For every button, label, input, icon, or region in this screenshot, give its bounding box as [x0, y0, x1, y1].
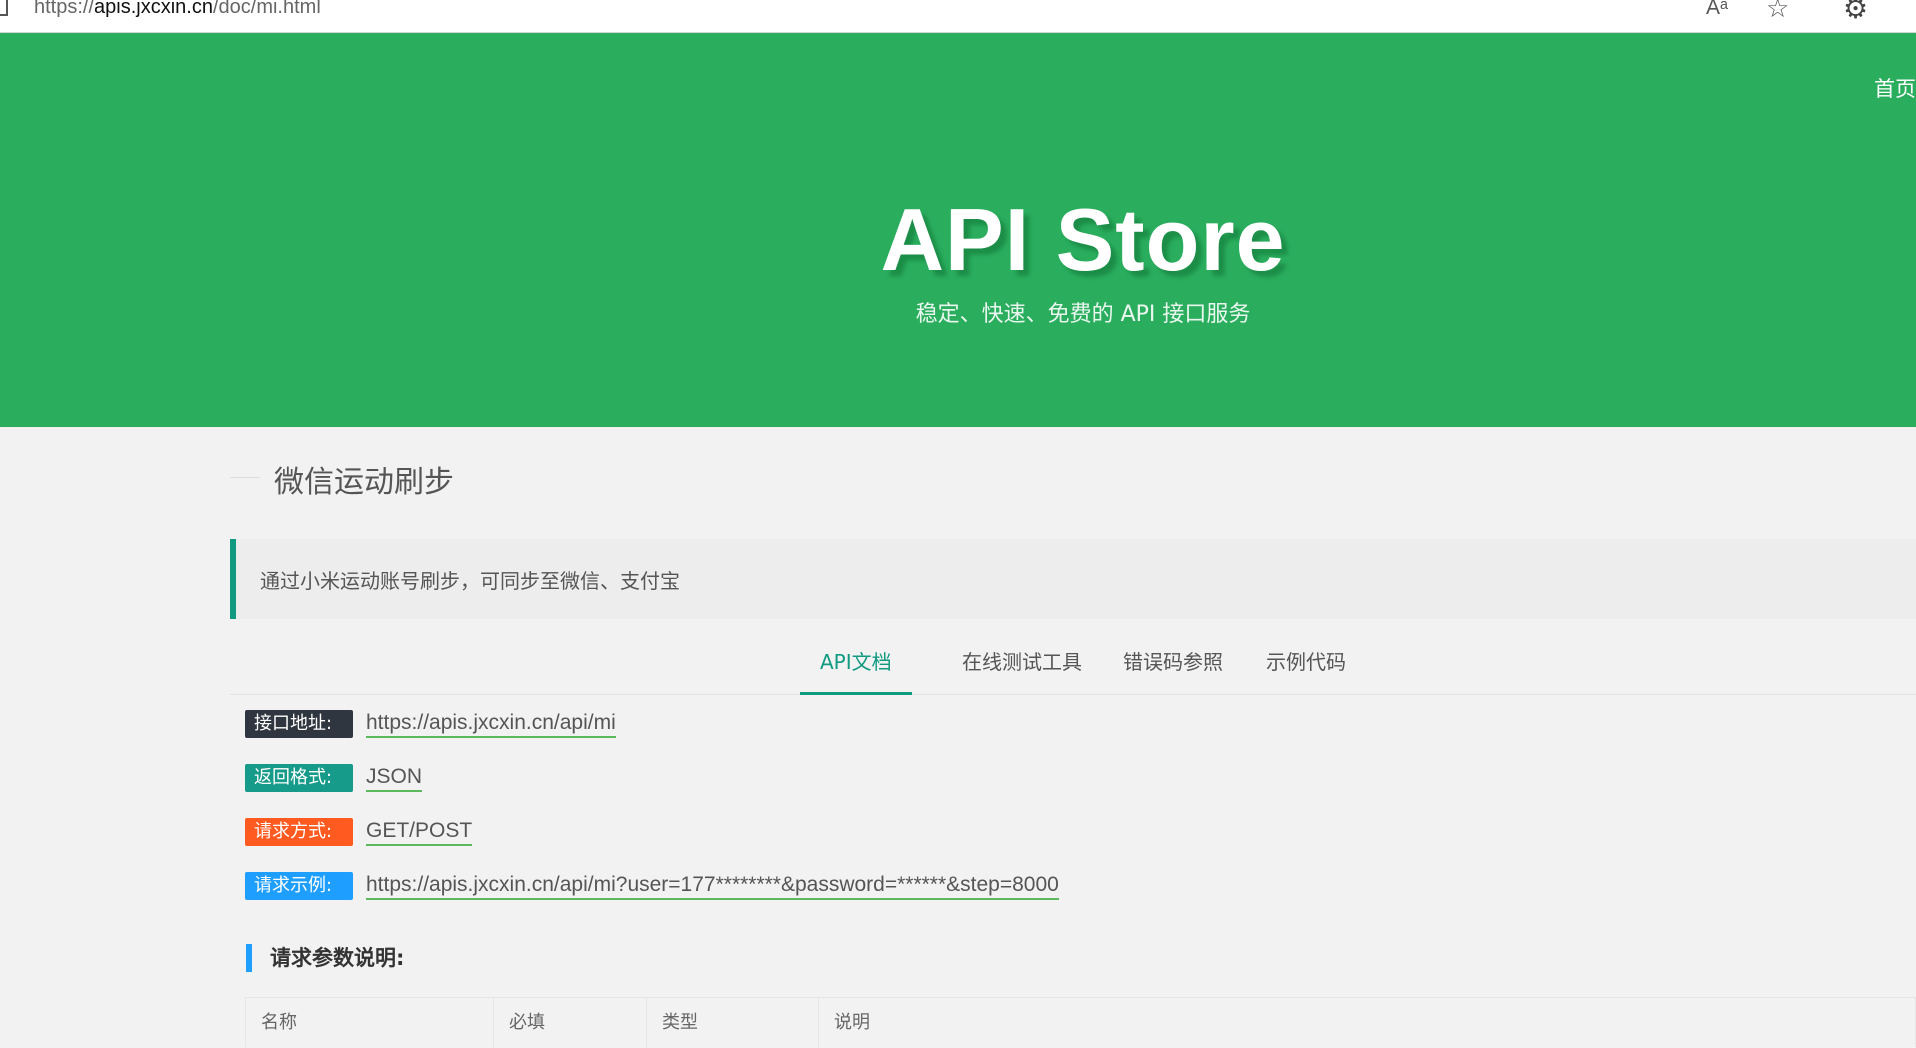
browser-address-bar: https://apis.jxcxin.cn/doc/mi.html Aᵃ ☆ … — [0, 0, 1916, 33]
read-aloud-icon[interactable]: Aᵃ — [1706, 0, 1728, 20]
tab-sample-code[interactable]: 示例代码 — [1246, 639, 1366, 695]
api-url-link[interactable]: https://apis.jxcxin.cn/api/mi — [366, 709, 616, 738]
api-intro-text: 通过小米运动账号刷步，可同步至微信、支付宝 — [260, 569, 680, 593]
settings-gear-icon[interactable]: ⚙ — [1843, 0, 1868, 25]
request-method-value: GET/POST — [366, 817, 473, 846]
column-header-required: 必填 — [494, 998, 647, 1048]
column-header-description: 说明 — [834, 1012, 870, 1033]
tab-error-codes[interactable]: 错误码参照 — [1103, 639, 1243, 695]
tab-online-test[interactable]: 在线测试工具 — [942, 639, 1102, 695]
format-badge: 返回格式: — [245, 764, 353, 792]
params-heading: 请求参数说明: — [246, 944, 404, 972]
request-example-link[interactable]: https://apis.jxcxin.cn/api/mi?user=177**… — [366, 871, 1059, 900]
hero-title: API Store — [880, 190, 1286, 289]
page-icon — [0, 0, 8, 16]
nav-home-link[interactable]: 首页 — [1874, 73, 1916, 103]
favorite-star-icon[interactable]: ☆ — [1766, 0, 1789, 24]
example-badge: 请求示例: — [245, 872, 353, 900]
method-badge: 请求方式: — [245, 818, 353, 846]
address-url[interactable]: https://apis.jxcxin.cn/doc/mi.html — [34, 0, 321, 19]
doc-tabs: API文档 在线测试工具 错误码参照 示例代码 — [230, 639, 1916, 695]
column-header-type: 类型 — [647, 998, 819, 1048]
return-format-value: JSON — [366, 763, 423, 792]
url-domain: apis.jxcxin.cn — [94, 0, 213, 18]
url-badge: 接口地址: — [245, 710, 353, 738]
url-prefix: https:// — [34, 0, 95, 18]
hero-banner: 首页 API Store 稳定、快速、免费的 API 接口服务 — [0, 33, 1916, 427]
api-title: 微信运动刷步 — [274, 465, 454, 500]
doc-content: 微信运动刷步 通过小米运动账号刷步，可同步至微信、支付宝 API文档 在线测试工… — [230, 427, 1916, 1048]
column-header-name: 名称 — [246, 998, 494, 1048]
hero-subtitle: 稳定、快速、免费的 API 接口服务 — [915, 302, 1251, 327]
title-divider — [230, 477, 260, 478]
tab-api-docs[interactable]: API文档 — [800, 639, 912, 695]
api-intro-box: 通过小米运动账号刷步，可同步至微信、支付宝 — [230, 539, 1916, 619]
params-table-header: 名称 必填 类型 说明 — [245, 997, 1916, 1048]
url-path: /doc/mi.html — [212, 0, 321, 18]
